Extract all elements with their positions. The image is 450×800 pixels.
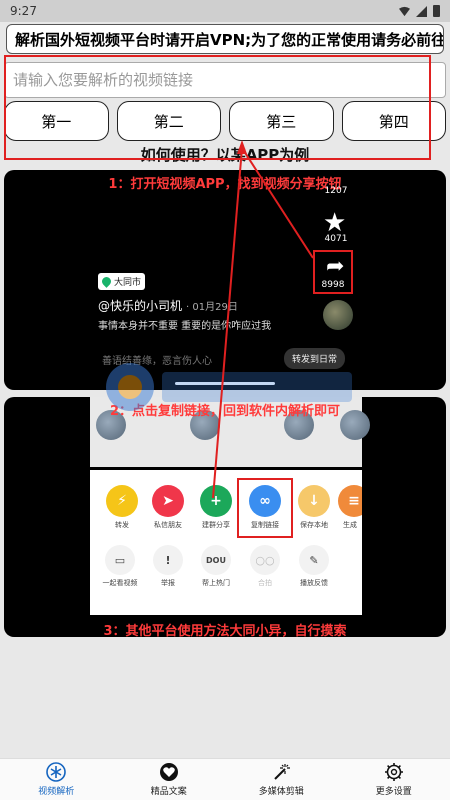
share-arrow-icon: ➦ (326, 254, 345, 279)
bottom-nav: 视频解析 精品文案 多媒体剪辑 更多设置 (0, 758, 450, 800)
video-link-input[interactable] (4, 62, 446, 98)
nav-video-parse[interactable]: 视频解析 (0, 759, 113, 800)
nav-copywriting[interactable]: 精品文案 (113, 759, 226, 800)
warning-icon: ! (153, 545, 183, 575)
location-tag: 大同市 (98, 273, 146, 290)
sofa-icon: ▭ (105, 545, 135, 575)
third-button[interactable]: 第三 (229, 101, 334, 141)
fourth-button[interactable]: 第四 (341, 101, 446, 141)
send-icon: ➤ (152, 485, 184, 517)
home-indicator (175, 610, 275, 613)
edit-icon: ✎ (299, 545, 329, 575)
notice-banner: 解析国外短视频平台时请开启VPN;为了您的正常使用请务必前往 (6, 24, 444, 54)
dou-icon: DOU (201, 545, 231, 575)
star-count: 4071 (324, 234, 348, 244)
parse-button-row: 第一 第二 第三 第四 (4, 101, 446, 141)
share-item-label: 转发 (115, 521, 129, 529)
forward-daily-button: 转发到日常 (284, 348, 346, 369)
home-indicator (175, 382, 275, 385)
nav-settings[interactable]: 更多设置 (338, 759, 450, 800)
share-item-label: 建群分享 (202, 521, 230, 529)
status-bar: 9:27 (0, 0, 450, 22)
asterisk-icon (46, 762, 67, 782)
nav-label: 多媒体剪辑 (258, 787, 304, 797)
battery-icon (433, 5, 440, 17)
nav-media-edit[interactable]: 多媒体剪辑 (225, 759, 338, 800)
step-1-caption: 1：打开短视频APP，找到视频分享按钮 (108, 177, 342, 192)
copy-link-highlight-box (237, 478, 293, 538)
share-count: 8998 (321, 280, 345, 290)
share-item-label: 保存本地 (300, 521, 328, 529)
video-user: @快乐的小司机 · 01月29日 (98, 297, 238, 314)
generate-icon: ≡ (338, 485, 362, 517)
post-date: · 01月29日 (186, 302, 238, 313)
tool-item-label: 一起看视频 (102, 579, 138, 587)
location-label: 大同市 (114, 278, 142, 288)
share-item: ≡ 生成 (338, 485, 362, 530)
status-icons (399, 5, 440, 17)
nav-label: 更多设置 (375, 787, 412, 797)
tool-item-label: 合拍 (258, 579, 272, 587)
status-time: 9:27 (10, 4, 37, 18)
tool-item-label: 播放反馈 (300, 579, 328, 587)
gear-icon (384, 763, 403, 781)
location-pin-icon (100, 275, 113, 288)
signal-icon (416, 5, 427, 17)
download-icon: ↓ (298, 485, 330, 517)
share-item-label: 私信朋友 (154, 521, 182, 529)
nav-label: 视频解析 (38, 787, 75, 797)
comment-hint: 善语结善缘，恶言伤人心 (102, 356, 212, 367)
nav-label: 精品文案 (150, 787, 187, 797)
top-count: 1207 (324, 186, 348, 196)
share-item-label: 生成 (343, 521, 357, 529)
avatar (323, 300, 353, 330)
step-3-caption: 3：其他平台使用方法大同小异，自行摸索 (103, 624, 347, 639)
tool-item-label: 帮上热门 (202, 579, 230, 587)
tutorial-card-1 (4, 170, 446, 390)
tool-item: DOU 帮上热门 (194, 545, 238, 588)
tool-item: ▭ 一起看视频 (98, 545, 142, 588)
step-2-caption: 2：点击复制链接，回到软件内解析即可 (109, 404, 341, 419)
first-button[interactable]: 第一 (4, 101, 109, 141)
howto-title: 如何使用？以某APP为例 (140, 146, 310, 164)
username: @快乐的小司机 (98, 299, 183, 313)
tool-item: ! 举报 (146, 545, 190, 588)
video-desc: 事情本身并不重要 重要的是你咋应过我 (98, 321, 272, 332)
magic-wand-icon (274, 764, 291, 780)
heart-icon (159, 763, 178, 781)
second-button[interactable]: 第二 (116, 101, 221, 141)
share-item: ⚡ 转发 (100, 485, 144, 530)
lightning-icon: ⚡ (106, 485, 138, 517)
tool-item: ✎ 播放反馈 (292, 545, 336, 588)
share-item: ➤ 私信朋友 (146, 485, 190, 530)
tool-item: ○○ 合拍 (243, 545, 287, 588)
tool-item-label: 举报 (161, 579, 175, 587)
share-item: ↓ 保存本地 (292, 485, 336, 530)
share-item: + 建群分享 (194, 485, 238, 530)
duet-icon: ○○ (250, 545, 280, 575)
wifi-icon (399, 6, 410, 16)
group-icon: + (200, 485, 232, 517)
